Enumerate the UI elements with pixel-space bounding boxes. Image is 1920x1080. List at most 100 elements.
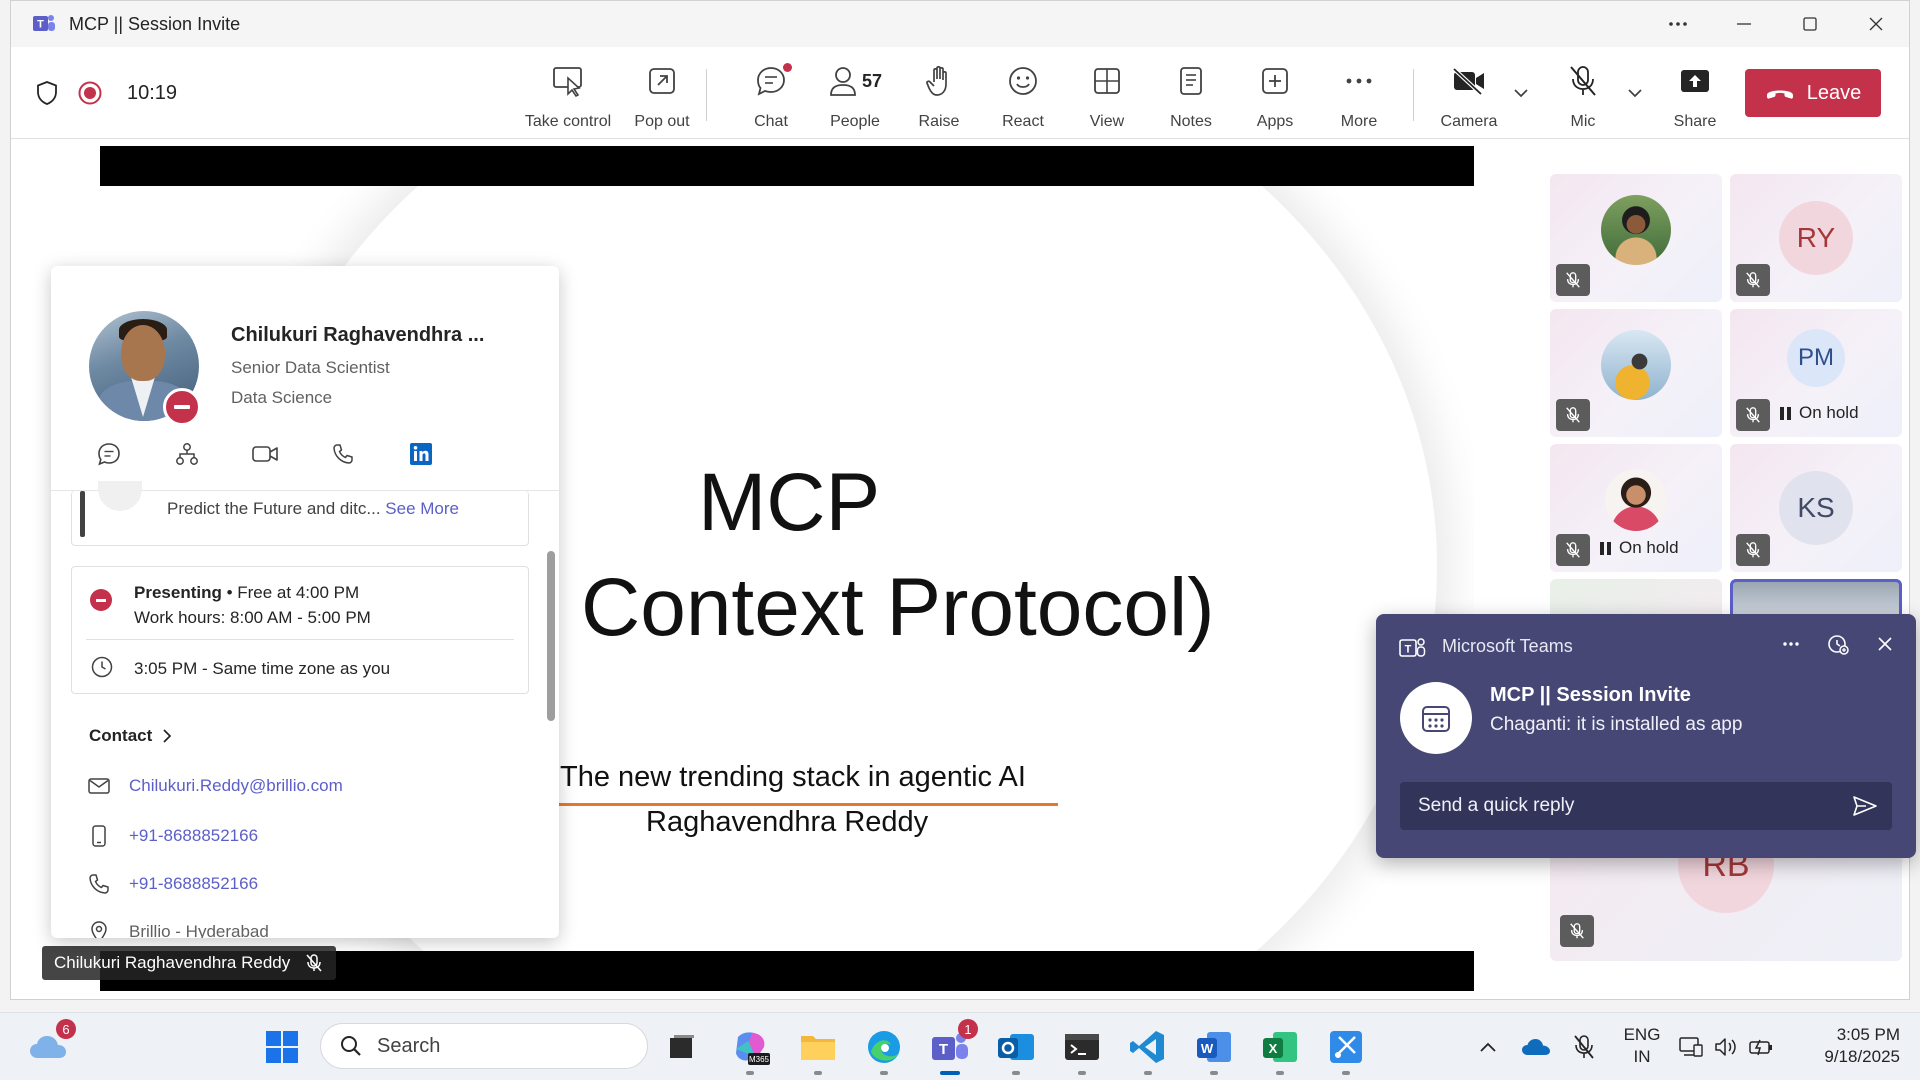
contact-email[interactable]: Chilukuri.Reddy@brillio.com (129, 776, 343, 796)
apps-button[interactable]: Apps (1233, 61, 1317, 131)
participant-tile-self-view[interactable] (1730, 579, 1902, 619)
contact-mobile[interactable]: +91-8688852166 (129, 826, 258, 846)
phone-icon (89, 874, 109, 894)
profile-video-call-button[interactable] (247, 436, 283, 472)
participant-muted-indicator (1556, 264, 1590, 296)
teams-taskbar-app[interactable]: T 1 (928, 1019, 978, 1075)
camera-button[interactable]: Camera (1427, 61, 1511, 131)
excel-app[interactable]: X (1258, 1025, 1302, 1075)
m365-app[interactable]: M365 (728, 1025, 772, 1075)
participant-tile[interactable] (1550, 309, 1722, 437)
system-clock[interactable]: 3:05 PM 9/18/2025 (1790, 1024, 1900, 1068)
participant-muted-indicator (1556, 534, 1590, 566)
chevron-up-icon (1480, 1042, 1496, 1052)
participant-muted-indicator (1736, 534, 1770, 566)
camera-off-icon (1452, 67, 1484, 96)
outlook-app[interactable] (994, 1025, 1038, 1075)
raise-hand-button[interactable]: Raise (897, 61, 981, 131)
share-button[interactable]: Share (1653, 61, 1737, 131)
profile-department: Data Science (231, 388, 333, 407)
pop-out-button[interactable]: Pop out (620, 61, 704, 131)
contact-location: Brillio - Hyderabad (129, 922, 269, 938)
mic-off-icon (1574, 1035, 1594, 1059)
close-icon[interactable] (1876, 635, 1894, 653)
toolbar-separator (706, 69, 707, 121)
window-more-button[interactable] (1645, 1, 1711, 47)
input-language[interactable]: ENG IN (1616, 1024, 1668, 1068)
participant-muted-indicator (1560, 915, 1594, 947)
start-button[interactable] (260, 1025, 304, 1069)
edge-browser-app[interactable] (862, 1025, 906, 1075)
svg-text:M365: M365 (749, 1055, 770, 1064)
share-screen-icon (1681, 70, 1709, 92)
presence-section: Presenting • Free at 4:00 PM Work hours:… (71, 566, 529, 694)
task-view-button[interactable] (660, 1025, 704, 1069)
word-app[interactable]: W (1192, 1025, 1236, 1075)
more-actions-button[interactable]: More (1317, 61, 1401, 131)
maximize-button[interactable] (1777, 1, 1843, 47)
participant-photo (1605, 469, 1667, 532)
taskbar-search[interactable]: Search (320, 1023, 648, 1069)
file-explorer-app[interactable] (796, 1025, 840, 1075)
camera-options-chevron-icon[interactable] (1511, 83, 1531, 103)
onedrive-icon (1522, 1039, 1550, 1055)
contact-heading[interactable]: Contact (89, 726, 174, 746)
profile-org-chart-button[interactable] (169, 436, 205, 472)
chat-icon (98, 443, 120, 466)
onedrive-tray[interactable] (1514, 1025, 1558, 1069)
snooze-icon[interactable] (1826, 632, 1850, 656)
presence-free-at: • Free at 4:00 PM (221, 583, 360, 602)
mic-button[interactable]: Mic (1541, 61, 1625, 131)
quick-reply-input[interactable]: Send a quick reply (1400, 782, 1892, 830)
video-icon (252, 446, 278, 462)
contact-mobile-row[interactable]: +91-8688852166 (87, 824, 258, 848)
leave-button[interactable]: Leave (1745, 69, 1881, 117)
mic-muted-tray[interactable] (1562, 1025, 1606, 1069)
quick-settings-button[interactable] (1676, 1025, 1776, 1069)
presence-status: Presenting (134, 583, 222, 602)
notes-button[interactable]: Notes (1149, 61, 1233, 131)
toast-more-icon[interactable] (1782, 641, 1800, 647)
vscode-app[interactable] (1126, 1025, 1170, 1075)
minimize-button[interactable] (1711, 1, 1777, 47)
excel-icon: X (1263, 1032, 1297, 1062)
teams-badge: 1 (958, 1019, 978, 1039)
snipping-tool-app[interactable] (1324, 1025, 1368, 1075)
svg-text:T: T (37, 19, 44, 31)
close-icon (1869, 17, 1883, 31)
contact-phone[interactable]: +91-8688852166 (129, 874, 258, 894)
participant-tile[interactable] (1550, 579, 1722, 619)
show-hidden-icons-button[interactable] (1466, 1025, 1510, 1069)
participant-tile[interactable]: On hold (1550, 444, 1722, 572)
contact-phone-row[interactable]: +91-8688852166 (87, 872, 258, 896)
close-button[interactable] (1843, 1, 1909, 47)
react-button[interactable]: React (981, 61, 1065, 131)
participant-tile-ks[interactable]: KS (1730, 444, 1902, 572)
do-not-disturb-icon (163, 388, 201, 426)
people-button[interactable]: 57 People (813, 61, 897, 131)
view-button[interactable]: View (1065, 61, 1149, 131)
participant-tile-pm[interactable]: PM On hold (1730, 309, 1902, 437)
participant-tile[interactable] (1550, 174, 1722, 302)
pause-icon (1780, 406, 1791, 420)
mic-off-icon (1566, 407, 1580, 423)
take-control-icon (553, 67, 582, 98)
hand-icon (926, 66, 947, 96)
send-icon[interactable] (1852, 794, 1878, 818)
terminal-app[interactable] (1060, 1025, 1104, 1075)
mic-off-icon (306, 954, 322, 972)
teams-notification-toast[interactable]: T Microsoft Teams MCP || Session Invite … (1376, 614, 1916, 858)
svg-text:T: T (939, 1041, 948, 1058)
profile-card-scrollbar[interactable] (547, 551, 555, 721)
contact-email-row[interactable]: Chilukuri.Reddy@brillio.com (87, 776, 343, 796)
mic-options-chevron-icon[interactable] (1625, 83, 1645, 103)
participant-tile-ry[interactable]: RY (1730, 174, 1902, 302)
profile-audio-call-button[interactable] (325, 436, 361, 472)
chat-button[interactable]: Chat (729, 61, 813, 131)
shield-icon[interactable] (35, 80, 59, 106)
see-more-link[interactable]: See More (385, 499, 459, 518)
profile-linkedin-button[interactable] (403, 436, 439, 472)
profile-chat-button[interactable] (91, 436, 127, 472)
weather-widget[interactable]: 6 (26, 1019, 76, 1069)
take-control-button[interactable]: Take control (525, 61, 611, 131)
